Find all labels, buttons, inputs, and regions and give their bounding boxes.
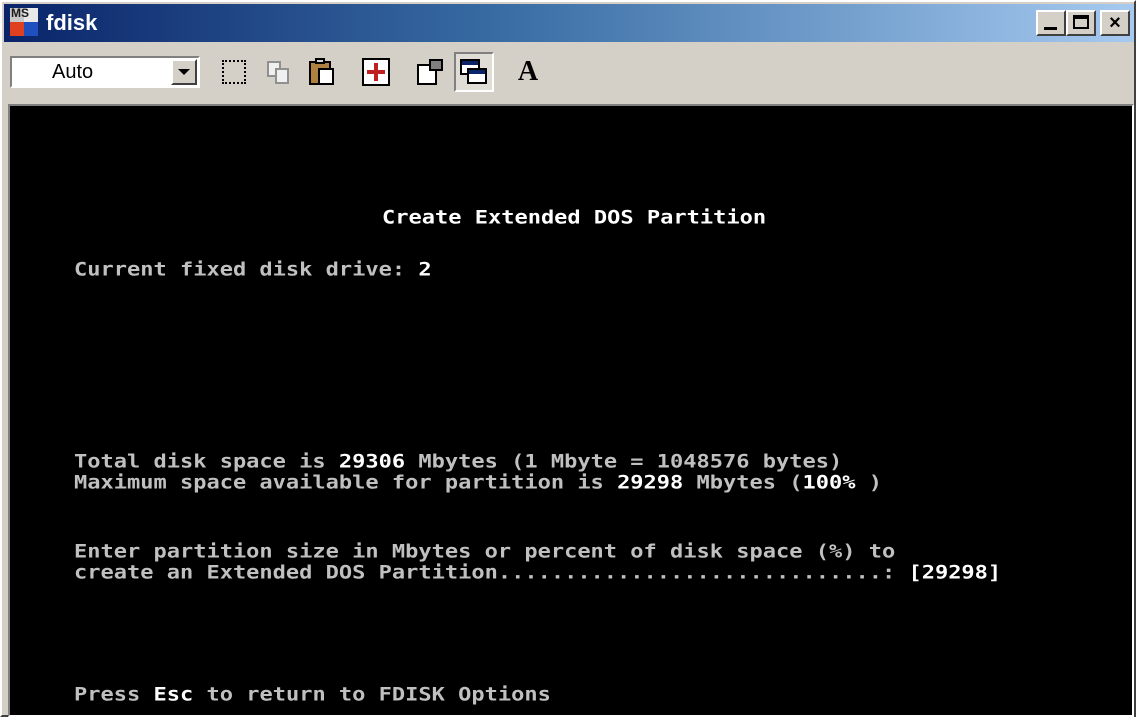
footer-prefix: Press (74, 684, 154, 706)
total-suffix: Mbytes (1 Mbyte = 1048576 bytes) (405, 451, 843, 473)
properties-icon (416, 58, 444, 86)
window-title: fdisk (46, 10, 98, 35)
paste-icon (308, 58, 336, 86)
chevron-down-icon (178, 69, 190, 75)
drive-value: 2 (418, 259, 432, 281)
close-icon: × (1109, 11, 1121, 34)
full-screen-icon (362, 58, 390, 86)
console-window: MS fdisk × Auto A Create Extended DOS Pa… (0, 0, 1136, 717)
title-bar[interactable]: MS fdisk × (4, 4, 1134, 42)
maximize-icon (1073, 15, 1089, 29)
minimize-icon (1044, 27, 1057, 30)
close-button[interactable]: × (1100, 10, 1130, 36)
current-drive-line: Current fixed disk drive: 2 (74, 261, 432, 280)
font-button[interactable]: A (508, 52, 548, 92)
footer-line: Press Esc to return to FDISK Options (74, 686, 551, 705)
enter-size-line-2: create an Extended DOS Partition........… (74, 564, 1001, 583)
total-value: 29306 (338, 451, 406, 473)
font-size-select[interactable]: Auto (10, 56, 200, 88)
copy-icon (265, 59, 291, 85)
full-screen-button[interactable] (356, 52, 396, 92)
max-prefix: Maximum space available for partition is (74, 472, 618, 494)
enter-prefix: create an Extended DOS Partition........… (74, 562, 909, 584)
toolbar: Auto A (4, 44, 1134, 100)
max-percent: 100% (802, 472, 856, 494)
background-button[interactable] (454, 52, 494, 92)
total-prefix: Total disk space is (74, 451, 339, 473)
max-mid: Mbytes ( (683, 472, 803, 494)
dropdown-button[interactable] (171, 59, 197, 85)
max-suffix: ) (855, 472, 882, 494)
max-space-line: Maximum space available for partition is… (74, 474, 882, 493)
copy-button[interactable] (258, 52, 298, 92)
max-value: 29298 (617, 472, 684, 494)
mark-button[interactable] (214, 52, 254, 92)
console-output[interactable]: Create Extended DOS Partition Current fi… (8, 104, 1134, 717)
properties-button[interactable] (410, 52, 450, 92)
minimize-button[interactable] (1036, 10, 1066, 36)
font-size-value: Auto (52, 60, 94, 83)
ms-dos-icon[interactable]: MS (10, 6, 40, 38)
enter-size-line-1: Enter partition size in Mbytes or percen… (74, 541, 896, 563)
font-icon: A (517, 56, 539, 87)
console-heading: Create Extended DOS Partition (382, 207, 767, 229)
partition-size-input[interactable]: [29298] (908, 562, 1001, 584)
total-space-line: Total disk space is 29306 Mbytes (1 Mbyt… (74, 453, 842, 472)
maximize-button[interactable] (1066, 10, 1096, 36)
footer-suffix: to return to FDISK Options (193, 684, 551, 706)
esc-key: Esc (153, 684, 194, 706)
mark-icon (222, 60, 246, 84)
window-controls: × (1036, 10, 1130, 36)
background-icon (460, 58, 488, 86)
paste-button[interactable] (302, 52, 342, 92)
icon-text-top: MS (11, 6, 29, 20)
drive-label: Current fixed disk drive: (74, 259, 419, 281)
